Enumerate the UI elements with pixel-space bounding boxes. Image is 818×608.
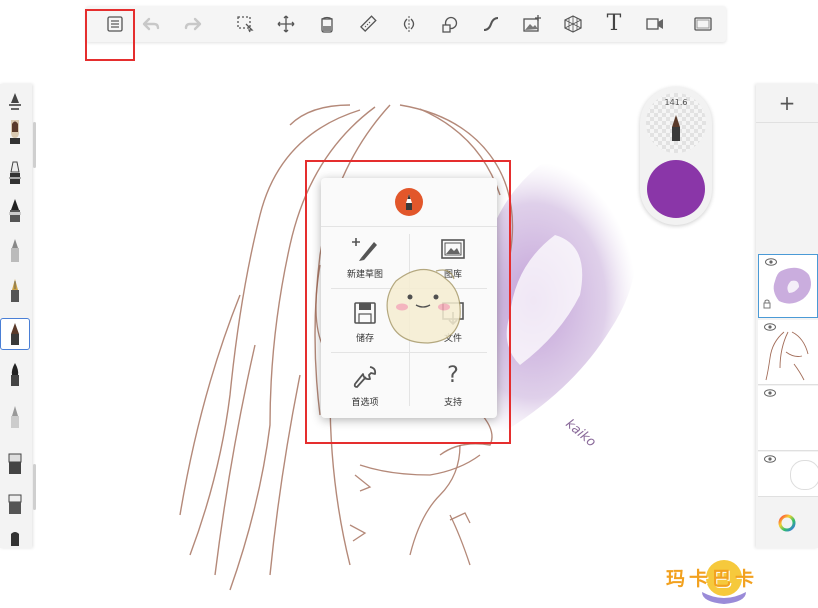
menu-header (321, 178, 497, 227)
undo-icon (134, 6, 168, 42)
brush-brush-pen[interactable] (2, 360, 28, 390)
wrench-icon (353, 366, 377, 388)
brush-library (0, 84, 32, 548)
watermark: 玛卡巴卡 (666, 556, 776, 606)
stroke-icon[interactable] (474, 6, 508, 42)
brush-scrollbar-bottom[interactable] (33, 464, 36, 510)
brush-marker[interactable] (2, 158, 28, 188)
layer-thumbnail-purple (773, 267, 811, 304)
artist-signature: kaiko (562, 417, 598, 451)
layer-panel: + (756, 84, 818, 548)
brush-felt[interactable] (2, 196, 28, 226)
color-wheel-icon (778, 514, 796, 532)
brush-eraser-hard[interactable] (2, 448, 28, 478)
brush-scrollbar-top[interactable] (33, 122, 36, 168)
menu-preferences[interactable]: 首选项 (321, 356, 409, 418)
gallery-icon (441, 239, 465, 259)
perspective-icon[interactable] (556, 6, 590, 42)
text-tool-glyph: T (606, 11, 622, 36)
top-toolbar: T (86, 6, 726, 42)
fullscreen-icon[interactable] (686, 6, 720, 42)
menu-gallery-label: 图库 (443, 270, 462, 280)
menu-list-icon[interactable] (98, 6, 132, 42)
menu-file[interactable]: 文件 (409, 292, 497, 354)
brush-paint[interactable] (2, 118, 28, 148)
visibility-eye-icon[interactable] (764, 389, 776, 397)
transform-icon[interactable] (269, 6, 303, 42)
menu-file-label: 文件 (443, 334, 462, 344)
file-icon (442, 302, 464, 326)
menu-gallery[interactable]: 图库 (409, 228, 497, 290)
brush-size-value: 141.6 (664, 98, 688, 107)
menu-save-label: 储存 (355, 334, 374, 344)
text-icon[interactable]: T (597, 6, 631, 42)
menu-support-label: 支持 (443, 398, 462, 408)
app-logo-icon (395, 188, 423, 216)
add-layer-button[interactable]: + (756, 84, 818, 123)
brush-puck[interactable]: 141.6 (640, 87, 712, 225)
current-brush-icon (672, 115, 680, 141)
select-icon[interactable] (228, 6, 262, 42)
help-icon: ? (447, 363, 459, 388)
visibility-eye-icon[interactable] (764, 455, 776, 463)
background-color-swatch[interactable] (790, 460, 818, 490)
layer-color[interactable] (758, 254, 818, 318)
redo-icon (176, 6, 210, 42)
add-layer-glyph: + (778, 91, 796, 115)
layer-background[interactable] (758, 452, 818, 497)
brush-ink-pen[interactable] (2, 276, 28, 306)
menu-new-sketch-label: 新建草图 (346, 270, 383, 280)
brush-eraser-soft[interactable] (2, 488, 28, 518)
symmetry-icon[interactable] (392, 6, 426, 42)
menu-support[interactable]: ? 支持 (409, 356, 497, 418)
shape-icon[interactable] (433, 6, 467, 42)
layer-empty[interactable] (758, 386, 818, 451)
brush-pencil[interactable] (2, 236, 28, 266)
watermark-text: 玛卡巴卡 (666, 568, 759, 590)
brush-size-opacity-control[interactable]: 141.6 (646, 93, 706, 153)
layer-lock-icon (763, 299, 771, 309)
brush-selected[interactable] (0, 318, 30, 350)
brush-blender[interactable] (2, 402, 28, 432)
layer-thumbnail-lineart (765, 331, 809, 381)
color-wheel-button[interactable] (756, 498, 818, 548)
main-menu-popup: 新建草图 图库 储存 文件 首选项 ? 支持 (321, 178, 497, 418)
new-sketch-icon (352, 238, 377, 261)
add-image-icon[interactable] (515, 6, 549, 42)
fill-icon[interactable] (310, 6, 344, 42)
menu-preferences-label: 首选项 (351, 398, 379, 408)
ruler-icon[interactable] (351, 6, 385, 42)
video-icon[interactable] (638, 6, 672, 42)
save-icon (354, 302, 376, 324)
menu-new-sketch[interactable]: 新建草图 (321, 228, 409, 290)
menu-save[interactable]: 储存 (321, 292, 409, 354)
layer-lineart[interactable] (758, 320, 818, 385)
current-color-swatch[interactable] (647, 160, 705, 218)
brush-airbrush[interactable] (2, 88, 28, 118)
brush-smudge[interactable] (2, 528, 28, 548)
